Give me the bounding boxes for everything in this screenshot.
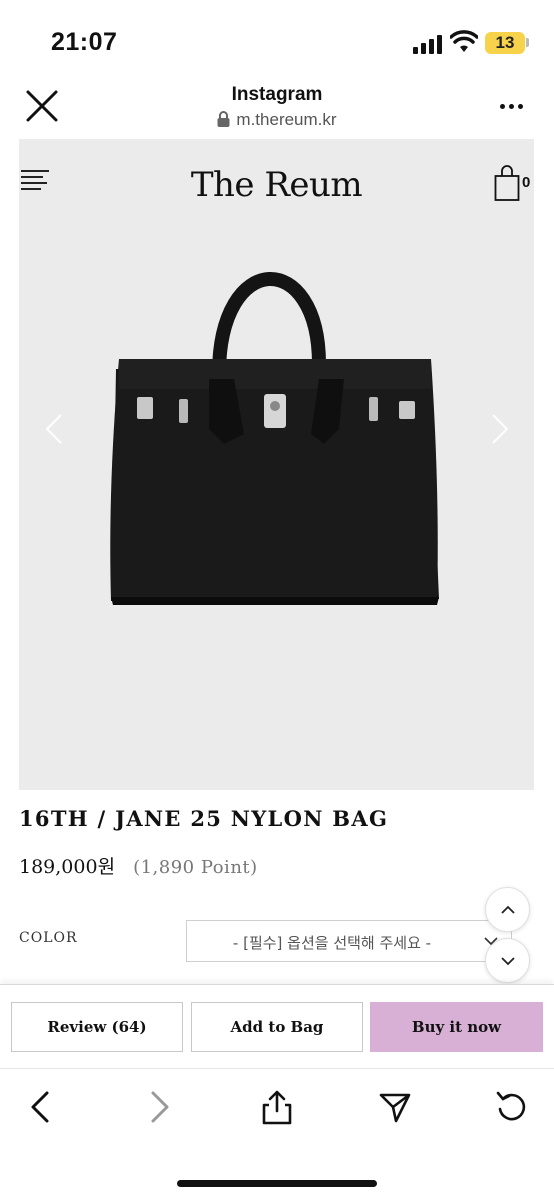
product-title: 16TH / JANE 25 NYLON BAG bbox=[19, 806, 389, 831]
site-logo[interactable]: The Reum bbox=[19, 165, 534, 205]
forward-icon[interactable] bbox=[143, 1089, 177, 1125]
status-time: 21:07 bbox=[51, 28, 118, 56]
price-row: 189,000원 (1,890 Point) bbox=[19, 852, 258, 879]
browser-title: Instagram bbox=[231, 84, 323, 105]
scroll-top-button[interactable] bbox=[485, 887, 530, 932]
scroll-bottom-button[interactable] bbox=[485, 938, 530, 983]
cart-count: 0 bbox=[522, 174, 531, 191]
chevron-right-icon[interactable] bbox=[489, 412, 511, 446]
chevron-left-icon[interactable] bbox=[43, 412, 65, 446]
site-header: The Reum 0 bbox=[19, 139, 534, 229]
battery-cap bbox=[526, 38, 529, 47]
send-icon[interactable] bbox=[378, 1089, 412, 1125]
share-icon[interactable] bbox=[260, 1089, 294, 1125]
bag-image bbox=[110, 272, 439, 605]
color-select[interactable]: - [필수] 옵션을 선택해 주세요 - bbox=[186, 920, 512, 962]
browser-header: Instagram m.thereum.kr bbox=[0, 80, 554, 136]
product-price: 189,000원 bbox=[19, 856, 116, 878]
bottom-toolbar bbox=[0, 1068, 554, 1200]
browser-url-text: m.thereum.kr bbox=[236, 110, 337, 129]
browser-url[interactable]: m.thereum.kr bbox=[0, 110, 554, 130]
reload-icon[interactable] bbox=[495, 1089, 529, 1125]
add-to-bag-button[interactable]: Add to Bag bbox=[191, 1002, 363, 1052]
review-button[interactable]: Review (64) bbox=[11, 1002, 183, 1052]
buy-now-button[interactable]: Buy it now bbox=[370, 1002, 543, 1052]
cart-icon[interactable] bbox=[494, 164, 520, 202]
wifi-icon bbox=[450, 30, 478, 52]
lock-icon bbox=[217, 111, 230, 127]
chevron-down-icon bbox=[501, 957, 515, 966]
color-select-placeholder: - [필수] 옵션을 선택해 주세요 - bbox=[232, 934, 432, 952]
color-label: COLOR bbox=[19, 930, 78, 946]
battery-icon: 13 bbox=[485, 32, 525, 54]
status-bar: 21:07 13 bbox=[0, 0, 554, 80]
action-bar: Review (64) Add to Bag Buy it now bbox=[0, 984, 554, 1068]
battery-level: 13 bbox=[495, 33, 515, 52]
product-image[interactable] bbox=[19, 229, 534, 790]
signal-icon bbox=[413, 34, 443, 54]
more-icon[interactable] bbox=[497, 102, 527, 112]
back-icon[interactable] bbox=[25, 1089, 59, 1125]
chevron-up-icon bbox=[501, 905, 515, 914]
home-indicator bbox=[177, 1180, 377, 1187]
product-points: (1,890 Point) bbox=[133, 857, 258, 878]
